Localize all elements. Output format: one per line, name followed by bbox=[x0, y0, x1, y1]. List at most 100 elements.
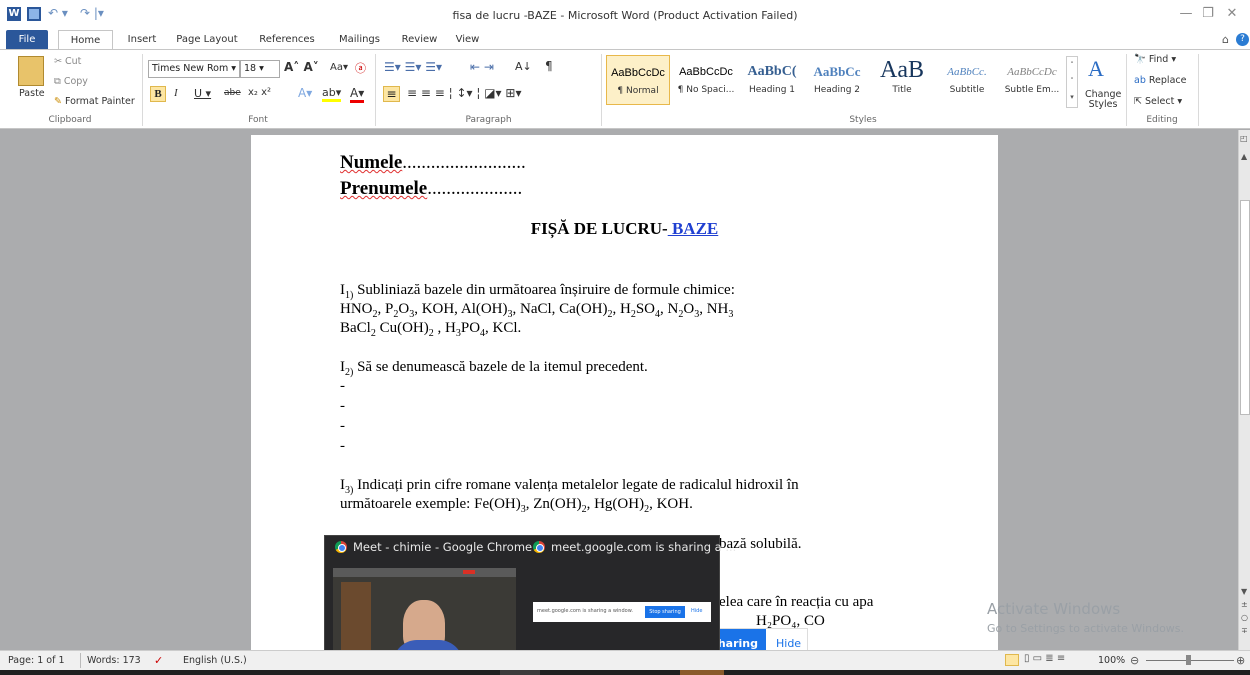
minimize-button[interactable]: — bbox=[1176, 6, 1196, 21]
style-subtitle[interactable]: AaBbCc. Subtitle bbox=[936, 55, 998, 105]
paste-icon[interactable] bbox=[18, 56, 44, 86]
align-buttons-icon[interactable]: ≡ ≡ ≡ ¦ ↕▾ ¦ ◪▾ ⊞▾ bbox=[407, 86, 521, 100]
tab-home[interactable]: Home bbox=[58, 30, 113, 49]
font-color-icon[interactable]: A▾ bbox=[350, 86, 365, 103]
proofing-icon[interactable]: ✓ bbox=[154, 654, 163, 667]
align-left-icon[interactable]: ≡ bbox=[383, 86, 400, 102]
tab-references[interactable]: References bbox=[252, 30, 322, 49]
title-bar: W ↶ ▾ ↷ |▾ fisa de lucru -BAZE - Microso… bbox=[0, 0, 1250, 30]
tab-page-layout[interactable]: Page Layout bbox=[172, 30, 242, 49]
formula-line-2: BaCl2 Cu(OH)2 , H3PO4, KCl. bbox=[340, 320, 522, 339]
divider bbox=[1198, 54, 1199, 126]
ribbon-tabs: File Home Insert Page Layout References … bbox=[0, 30, 1250, 49]
text-effects-icon[interactable]: A▾ bbox=[298, 86, 312, 100]
scroll-up-icon[interactable]: ▲ bbox=[1241, 152, 1247, 161]
view-buttons-icon[interactable]: ▯ ▭ ≣ ≡ bbox=[1024, 653, 1065, 664]
font-name-select[interactable]: Times New Rom ▾ bbox=[148, 60, 240, 78]
word-count[interactable]: Words: 173 bbox=[87, 655, 141, 666]
name-line: Numele.......................... bbox=[340, 152, 526, 173]
dash-line: - bbox=[340, 438, 345, 454]
dash-line: - bbox=[340, 378, 345, 394]
window-title: fisa de lucru -BAZE - Microsoft Word (Pr… bbox=[452, 9, 798, 22]
style-subtle-emphasis[interactable]: AaBbCcDc Subtle Em... bbox=[1000, 55, 1064, 105]
find-button[interactable]: 🔭 Find ▾ bbox=[1134, 54, 1176, 65]
underline-icon[interactable]: U ▾ bbox=[194, 87, 211, 100]
taskbar bbox=[0, 670, 1250, 675]
status-bar: Page: 1 of 1 Words: 173 ✓ English (U.S.)… bbox=[0, 650, 1250, 670]
copy-button[interactable]: ⧉ Copy bbox=[54, 76, 88, 87]
format-painter-button[interactable]: ✎ Format Painter bbox=[54, 96, 135, 107]
thumbnail-shelf bbox=[341, 582, 371, 660]
style-title[interactable]: AaB Title bbox=[871, 55, 933, 105]
partial-text-2: elea care în reacția cu apa bbox=[719, 594, 874, 610]
page-heading: FIȘĂ DE LUCRU- BAZE bbox=[530, 219, 719, 238]
tab-file[interactable]: File bbox=[6, 30, 48, 49]
copy-icon: ⧉ bbox=[54, 76, 64, 87]
tab-review[interactable]: Review bbox=[397, 30, 442, 49]
page-count[interactable]: Page: 1 of 1 bbox=[8, 655, 65, 666]
preview-tab-sharing[interactable]: meet.google.com is sharing a ... bbox=[533, 540, 736, 562]
tab-insert[interactable]: Insert bbox=[122, 30, 162, 49]
sort-icon[interactable]: A↓ bbox=[515, 60, 532, 73]
strikethrough-icon[interactable]: abe bbox=[224, 88, 241, 98]
replace-button[interactable]: ab Replace bbox=[1134, 75, 1186, 86]
ribbon: Paste ✂ Cut ⧉ Copy ✎ Format Painter Clip… bbox=[0, 49, 1250, 129]
thumbnail-toolbar bbox=[333, 568, 516, 577]
highlight-icon[interactable]: ab▾ bbox=[322, 86, 342, 102]
indent-icon[interactable]: ⇤ ⇥ bbox=[470, 60, 494, 74]
print-layout-icon[interactable] bbox=[1005, 654, 1019, 666]
preview-tab-meet[interactable]: Meet - chimie - Google Chrome bbox=[335, 540, 532, 562]
tab-view[interactable]: View bbox=[450, 30, 485, 49]
zoom-out-icon[interactable]: ⊖ bbox=[1130, 654, 1139, 667]
brush-icon: ✎ bbox=[54, 96, 65, 107]
editing-group-label: Editing bbox=[1146, 115, 1178, 125]
grow-font-icon[interactable]: A˄ A˅ bbox=[284, 60, 319, 74]
zoom-in-icon[interactable]: ⊕ bbox=[1236, 654, 1245, 667]
style-heading-1[interactable]: AaBbC( Heading 1 bbox=[741, 55, 803, 105]
ribbon-collapse-icon[interactable]: ⌂ bbox=[1222, 33, 1229, 46]
italic-icon[interactable]: I bbox=[174, 87, 178, 99]
clipboard-group-label: Clipboard bbox=[48, 115, 92, 125]
font-group-label: Font bbox=[248, 115, 268, 125]
subscript-icon[interactable]: x₂ x² bbox=[248, 87, 271, 98]
style-normal[interactable]: AaBbCcDc ¶ Normal bbox=[606, 55, 670, 105]
select-button[interactable]: ⇱ Select ▾ bbox=[1134, 96, 1182, 107]
chrome-icon bbox=[533, 541, 545, 553]
heading-link[interactable]: BAZE bbox=[668, 219, 718, 238]
cut-button[interactable]: ✂ Cut bbox=[54, 56, 81, 67]
language[interactable]: English (U.S.) bbox=[183, 655, 247, 666]
item-2-text: I2) Să se denumească bazele de la itemul… bbox=[340, 359, 648, 378]
bullets-icon[interactable]: ☰▾ ☰▾ ☰▾ bbox=[384, 60, 442, 74]
chrome-icon bbox=[335, 541, 347, 553]
zoom-slider-handle[interactable] bbox=[1186, 655, 1191, 665]
divider bbox=[80, 653, 81, 668]
pilcrow-icon[interactable]: ¶ bbox=[545, 59, 553, 73]
hide-button[interactable]: Hide bbox=[776, 637, 801, 650]
taskbar-item[interactable] bbox=[680, 670, 724, 675]
change-styles-icon[interactable]: A bbox=[1088, 56, 1104, 82]
bold-icon[interactable]: B bbox=[150, 86, 166, 102]
sharing-thumbnail[interactable]: meet.google.com is sharing a window. Sto… bbox=[533, 602, 711, 622]
zoom-level[interactable]: 100% bbox=[1098, 655, 1125, 666]
dash-line: - bbox=[340, 398, 345, 414]
replace-icon: ab bbox=[1134, 75, 1149, 86]
style-heading-2[interactable]: AaBbCc Heading 2 bbox=[806, 55, 868, 105]
change-case-icon[interactable]: Aa▾ bbox=[330, 62, 348, 73]
taskbar-item[interactable] bbox=[500, 670, 540, 675]
close-button[interactable]: ✕ bbox=[1222, 6, 1242, 21]
help-icon[interactable]: ? bbox=[1236, 33, 1249, 46]
ruler-toggle-icon[interactable]: ◰ bbox=[1240, 134, 1248, 143]
change-styles-button[interactable]: Change Styles bbox=[1085, 90, 1121, 110]
browse-buttons-icon[interactable]: ▼ ± ○ ∓ bbox=[1241, 585, 1248, 637]
styles-group-label: Styles bbox=[849, 115, 877, 125]
clear-formatting-icon[interactable]: ⓐ bbox=[355, 60, 366, 76]
tab-mailings[interactable]: Mailings bbox=[332, 30, 387, 49]
vertical-scrollbar[interactable]: ◰ ▲ ▼ ± ○ ∓ bbox=[1238, 130, 1250, 650]
paragraph-group-label: Paragraph bbox=[465, 115, 512, 125]
styles-scroll-icon[interactable]: ˄ ˅ ▾ bbox=[1066, 56, 1078, 108]
paste-button[interactable]: Paste bbox=[19, 88, 45, 99]
scroll-thumb[interactable] bbox=[1240, 200, 1250, 415]
style-no-spacing[interactable]: AaBbCcDc ¶ No Spaci... bbox=[673, 55, 739, 105]
font-size-select[interactable]: 18 ▾ bbox=[240, 60, 280, 78]
restore-button[interactable]: ❐ bbox=[1198, 6, 1218, 21]
